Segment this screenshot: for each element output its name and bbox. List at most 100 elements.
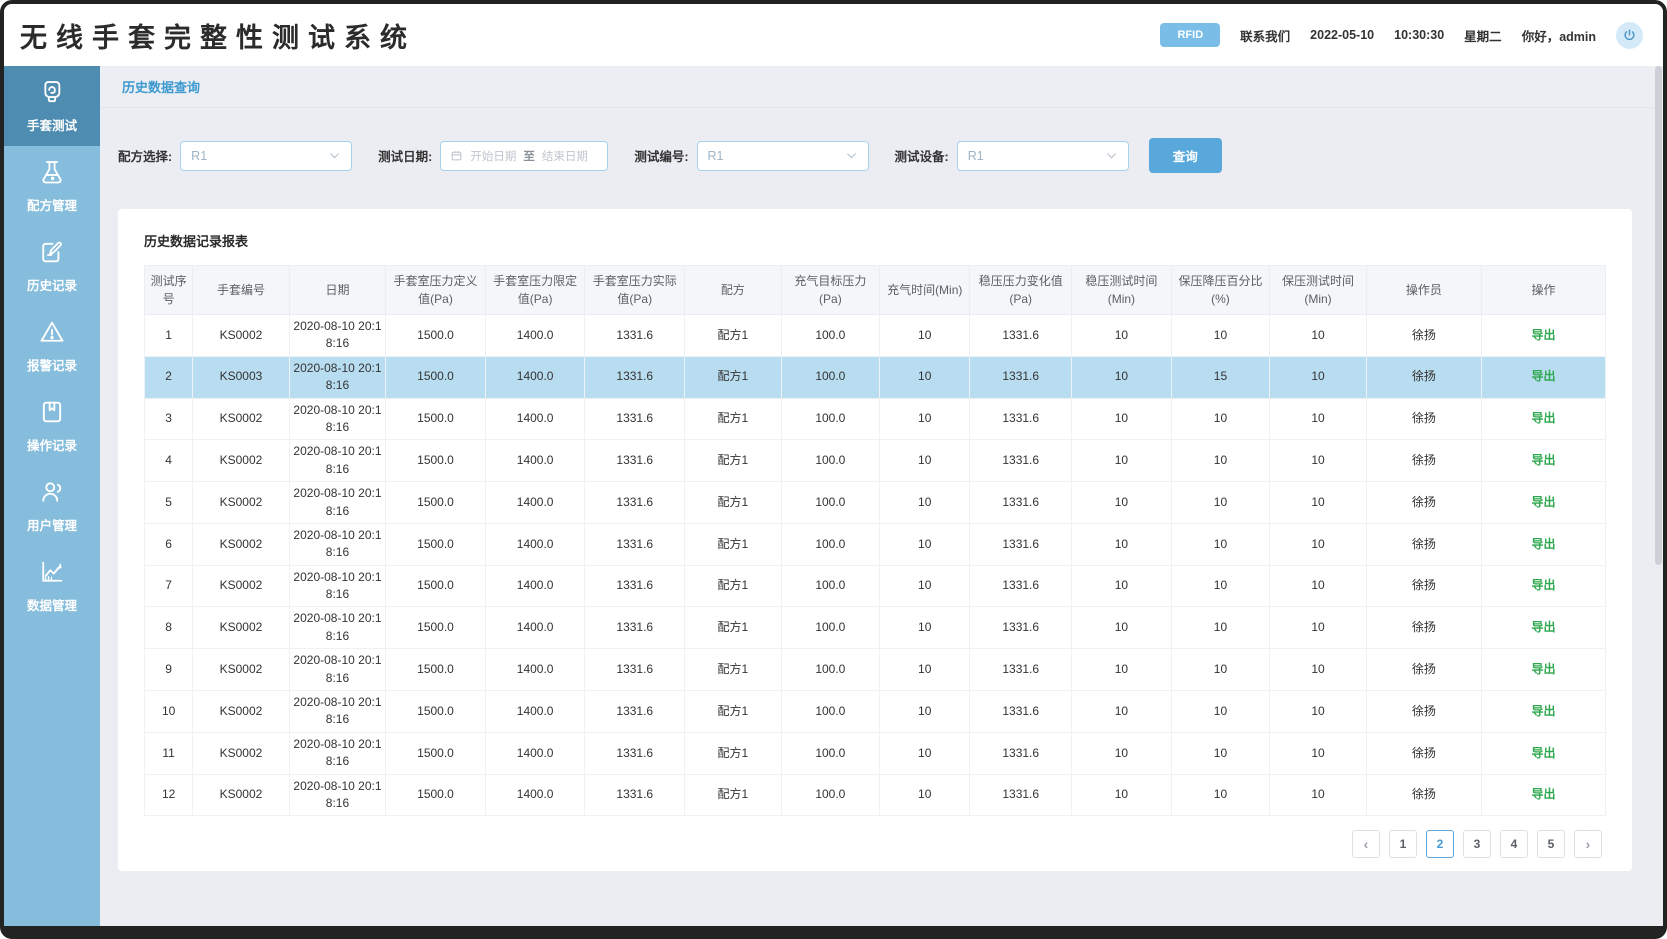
cell-inflate_min: 10 xyxy=(880,440,970,482)
column-header: 充气目标压力(Pa) xyxy=(781,266,880,315)
sidebar-item-2[interactable]: 配方管理 xyxy=(4,146,100,226)
topbar-right: RFID 联系我们 2022-05-10 10:30:30 星期二 你好，adm… xyxy=(1160,22,1643,49)
cell-hold_pct: 10 xyxy=(1171,315,1270,357)
test-no-select[interactable]: R1 xyxy=(697,141,869,171)
cell-defined: 1500.0 xyxy=(386,774,486,816)
column-header: 测试序号 xyxy=(145,266,193,315)
pagination-prev[interactable]: ‹ xyxy=(1352,830,1380,858)
cell-date: 2020-08-10 20:18:16 xyxy=(289,523,385,565)
pagination-page-2[interactable]: 2 xyxy=(1426,830,1454,858)
export-link[interactable]: 导出 xyxy=(1532,620,1556,634)
sidebar-item-label: 用户管理 xyxy=(27,515,77,534)
cell-action: 导出 xyxy=(1482,398,1606,440)
cell-stab_change: 1331.6 xyxy=(970,356,1072,398)
pagination-page-1[interactable]: 1 xyxy=(1389,830,1417,858)
export-link[interactable]: 导出 xyxy=(1532,704,1556,718)
cell-inflate_min: 10 xyxy=(880,565,970,607)
recipe-select[interactable]: R1 xyxy=(180,141,352,171)
cell-seq: 7 xyxy=(145,565,193,607)
cell-limit: 1400.0 xyxy=(485,356,585,398)
pagination-next[interactable]: › xyxy=(1574,830,1602,858)
cell-operator: 徐扬 xyxy=(1366,440,1481,482)
cell-recipe: 配方1 xyxy=(685,691,781,733)
cell-limit: 1400.0 xyxy=(485,315,585,357)
cell-stab_min: 10 xyxy=(1072,440,1172,482)
cell-defined: 1500.0 xyxy=(386,649,486,691)
query-button[interactable]: 查询 xyxy=(1149,138,1222,173)
cell-date: 2020-08-10 20:18:16 xyxy=(289,315,385,357)
cell-action: 导出 xyxy=(1482,732,1606,774)
table-row: 10KS00022020-08-10 20:18:161500.01400.01… xyxy=(145,691,1606,733)
sidebar-item-5[interactable]: 操作记录 xyxy=(4,386,100,466)
pagination-page-4[interactable]: 4 xyxy=(1500,830,1528,858)
cell-operator: 徐扬 xyxy=(1366,774,1481,816)
contact-us-link[interactable]: 联系我们 xyxy=(1240,26,1290,45)
pagination-page-3[interactable]: 3 xyxy=(1463,830,1491,858)
export-link[interactable]: 导出 xyxy=(1532,328,1556,342)
cell-glove: KS0002 xyxy=(193,691,289,733)
export-link[interactable]: 导出 xyxy=(1532,746,1556,760)
cell-seq: 10 xyxy=(145,691,193,733)
device-select[interactable]: R1 xyxy=(957,141,1129,171)
cell-glove: KS0002 xyxy=(193,565,289,607)
export-link[interactable]: 导出 xyxy=(1532,662,1556,676)
export-link[interactable]: 导出 xyxy=(1532,537,1556,551)
cell-target: 100.0 xyxy=(781,774,880,816)
cell-defined: 1500.0 xyxy=(386,732,486,774)
user-icon xyxy=(38,478,66,506)
cell-actual: 1331.6 xyxy=(585,565,685,607)
column-header: 配方 xyxy=(685,266,781,315)
sidebar-item-label: 手套测试 xyxy=(27,115,77,134)
column-header: 手套室压力限定值(Pa) xyxy=(485,266,585,315)
calendar-icon xyxy=(450,149,463,162)
column-header: 保压测试时间(Min) xyxy=(1270,266,1366,315)
column-header: 操作 xyxy=(1482,266,1606,315)
cell-glove: KS0002 xyxy=(193,398,289,440)
export-link[interactable]: 导出 xyxy=(1532,787,1556,801)
sidebar-item-1[interactable]: 手套测试 xyxy=(4,66,100,146)
sidebar-item-7[interactable]: 数据管理 xyxy=(4,546,100,626)
cell-glove: KS0002 xyxy=(193,607,289,649)
table-title: 历史数据记录报表 xyxy=(144,231,1606,250)
cell-recipe: 配方1 xyxy=(685,649,781,691)
cell-hold_min: 10 xyxy=(1270,398,1366,440)
cell-operator: 徐扬 xyxy=(1366,732,1481,774)
sidebar-item-6[interactable]: 用户管理 xyxy=(4,466,100,546)
column-header: 手套编号 xyxy=(193,266,289,315)
column-header: 充气时间(Min) xyxy=(880,266,970,315)
cell-target: 100.0 xyxy=(781,482,880,524)
cell-stab_change: 1331.6 xyxy=(970,315,1072,357)
cell-seq: 1 xyxy=(145,315,193,357)
scrollbar[interactable] xyxy=(1654,66,1663,926)
cell-hold_pct: 10 xyxy=(1171,649,1270,691)
table-row: 9KS00022020-08-10 20:18:161500.01400.013… xyxy=(145,649,1606,691)
export-link[interactable]: 导出 xyxy=(1532,411,1556,425)
power-icon[interactable] xyxy=(1616,22,1643,49)
cell-stab_change: 1331.6 xyxy=(970,774,1072,816)
cell-stab_min: 10 xyxy=(1072,565,1172,607)
date-separator: 至 xyxy=(523,148,535,164)
operation-log-icon xyxy=(38,398,66,426)
cell-inflate_min: 10 xyxy=(880,356,970,398)
column-header: 手套室压力实际值(Pa) xyxy=(585,266,685,315)
cell-hold_pct: 10 xyxy=(1171,482,1270,524)
cell-hold_min: 10 xyxy=(1270,607,1366,649)
top-bar: 无线手套完整性测试系统 RFID 联系我们 2022-05-10 10:30:3… xyxy=(4,4,1663,66)
export-link[interactable]: 导出 xyxy=(1532,453,1556,467)
cell-glove: KS0002 xyxy=(193,523,289,565)
export-link[interactable]: 导出 xyxy=(1532,495,1556,509)
scrollbar-thumb[interactable] xyxy=(1655,66,1662,565)
cell-recipe: 配方1 xyxy=(685,732,781,774)
pagination-page-5[interactable]: 5 xyxy=(1537,830,1565,858)
cell-stab_min: 10 xyxy=(1072,482,1172,524)
sidebar-item-4[interactable]: 报警记录 xyxy=(4,306,100,386)
current-time: 10:30:30 xyxy=(1394,28,1444,42)
sidebar-item-3[interactable]: 历史记录 xyxy=(4,226,100,306)
cell-operator: 徐扬 xyxy=(1366,523,1481,565)
device-select-value: R1 xyxy=(968,149,1105,163)
export-link[interactable]: 导出 xyxy=(1532,369,1556,383)
table-row: 6KS00022020-08-10 20:18:161500.01400.013… xyxy=(145,523,1606,565)
export-link[interactable]: 导出 xyxy=(1532,578,1556,592)
rfid-badge[interactable]: RFID xyxy=(1160,23,1220,47)
date-range-input[interactable]: 开始日期 至 结束日期 xyxy=(440,141,608,171)
